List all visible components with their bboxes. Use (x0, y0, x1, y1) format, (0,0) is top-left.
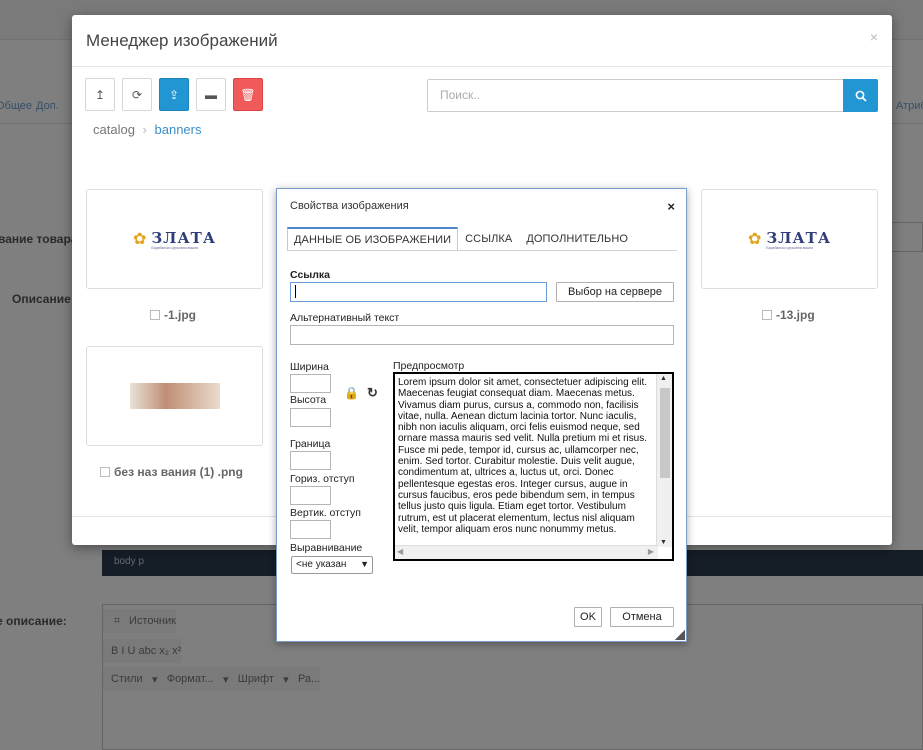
hspace-label: Гориз. отступ (290, 473, 355, 485)
tab-advanced[interactable]: ДОПОЛНИТЕЛЬНО (519, 227, 635, 251)
scroll-right-icon[interactable]: ▶ (648, 547, 654, 556)
vspace-input[interactable] (290, 520, 331, 539)
image-caption: -13.jpg (762, 308, 815, 322)
vspace-label: Вертик. отступ (290, 507, 361, 519)
select-checkbox[interactable] (100, 467, 110, 477)
search-icon (855, 90, 867, 102)
align-label: Выравнивание (290, 542, 363, 554)
text-caret (295, 285, 296, 298)
preview-box: Lorem ipsum dolor sit amet, consectetuer… (393, 372, 674, 561)
banner-image (129, 383, 220, 409)
select-checkbox[interactable] (762, 310, 772, 320)
height-label: Высота (290, 394, 327, 406)
ok-button[interactable]: OK (574, 607, 602, 627)
hspace-input[interactable] (290, 486, 331, 505)
height-input[interactable] (290, 408, 331, 427)
tab-link[interactable]: ССЫЛКА (458, 227, 519, 251)
folder-icon: ▬ (205, 87, 217, 102)
close-icon[interactable]: × (870, 29, 878, 45)
chevron-down-icon: ▼ (360, 559, 369, 569)
breadcrumb: catalog › banners (93, 122, 202, 137)
preview-label: Предпросмотр (393, 360, 465, 372)
preview-vertical-scrollbar[interactable]: ▲ ▼ (656, 374, 672, 547)
lock-ratio-icon[interactable]: 🔒 (344, 386, 359, 400)
alt-text-input[interactable] (290, 325, 674, 345)
image-thumb[interactable]: ✿ ЗЛАТА Барабанско церковна вишня (701, 189, 878, 289)
url-input[interactable] (290, 282, 547, 302)
refresh-button[interactable]: ⟳ (122, 78, 152, 111)
new-folder-button[interactable]: ▬ (196, 78, 226, 111)
scroll-up-icon[interactable]: ▲ (660, 375, 667, 382)
zlata-logo: ✿ ЗЛАТА Барабанско церковна вишня (132, 228, 217, 250)
image-properties-dialog: Свойства изображения × ДАННЫЕ ОБ ИЗОБРАЖ… (276, 188, 687, 642)
alt-text-label: Альтернативный текст (290, 312, 400, 324)
search-input[interactable]: Поиск.. (427, 79, 844, 112)
border-input[interactable] (290, 451, 331, 470)
refresh-icon: ⟳ (131, 87, 143, 102)
close-icon[interactable]: × (667, 199, 675, 214)
search-button[interactable] (843, 79, 878, 112)
breadcrumb-separator: › (142, 122, 147, 137)
dialog-title: Свойства изображения (290, 200, 409, 212)
url-label: Ссылка (290, 269, 331, 281)
scroll-left-icon[interactable]: ◀ (397, 547, 403, 556)
width-input[interactable] (290, 374, 331, 393)
delete-button[interactable]: 🗑 (233, 78, 263, 111)
image-caption: -1.jpg (150, 308, 196, 322)
resize-grip-icon[interactable] (675, 630, 685, 640)
zlata-logo: ✿ ЗЛАТА Барабанско церковна вишня (747, 228, 832, 250)
image-thumb[interactable]: ✿ ЗЛАТА Барабанско церковна вишня (86, 189, 263, 289)
image-manager-toolbar: ↥ ⟳ ⇪ ▬ 🗑 (85, 78, 263, 111)
align-select[interactable]: <не указан ▼ (291, 556, 373, 574)
preview-text: Lorem ipsum dolor sit amet, consectetuer… (398, 377, 648, 535)
select-checkbox[interactable] (150, 310, 160, 320)
parent-folder-button[interactable]: ↥ (85, 78, 115, 111)
image-thumb[interactable] (86, 346, 263, 446)
image-manager-header: Менеджер изображений × (72, 15, 892, 67)
cancel-button[interactable]: Отмена (610, 607, 674, 627)
breadcrumb-current[interactable]: banners (155, 122, 202, 137)
upload-icon: ⇪ (168, 87, 180, 102)
border-label: Граница (290, 438, 331, 450)
width-label: Ширина (290, 361, 329, 373)
image-caption: без наз вания (1) .png (100, 465, 243, 479)
tab-image-info[interactable]: ДАННЫЕ ОБ ИЗОБРАЖЕНИИ (287, 227, 459, 251)
reset-size-icon[interactable]: ↻ (367, 385, 378, 401)
preview-horizontal-scrollbar[interactable]: ◀ ▶ (395, 545, 658, 559)
scroll-down-icon[interactable]: ▼ (660, 539, 667, 546)
dialog-tabs: ДАННЫЕ ОБ ИЗОБРАЖЕНИИ ССЫЛКА ДОПОЛНИТЕЛЬ… (287, 227, 635, 251)
level-up-icon: ↥ (94, 87, 106, 102)
image-manager-title: Менеджер изображений (86, 31, 278, 50)
scrollbar-thumb[interactable] (660, 388, 670, 478)
browse-server-button[interactable]: Выбор на сервере (556, 282, 674, 302)
upload-button[interactable]: ⇪ (159, 78, 189, 111)
breadcrumb-root[interactable]: catalog (93, 122, 135, 137)
trash-icon: 🗑 (240, 87, 256, 102)
tab-divider (287, 250, 677, 251)
